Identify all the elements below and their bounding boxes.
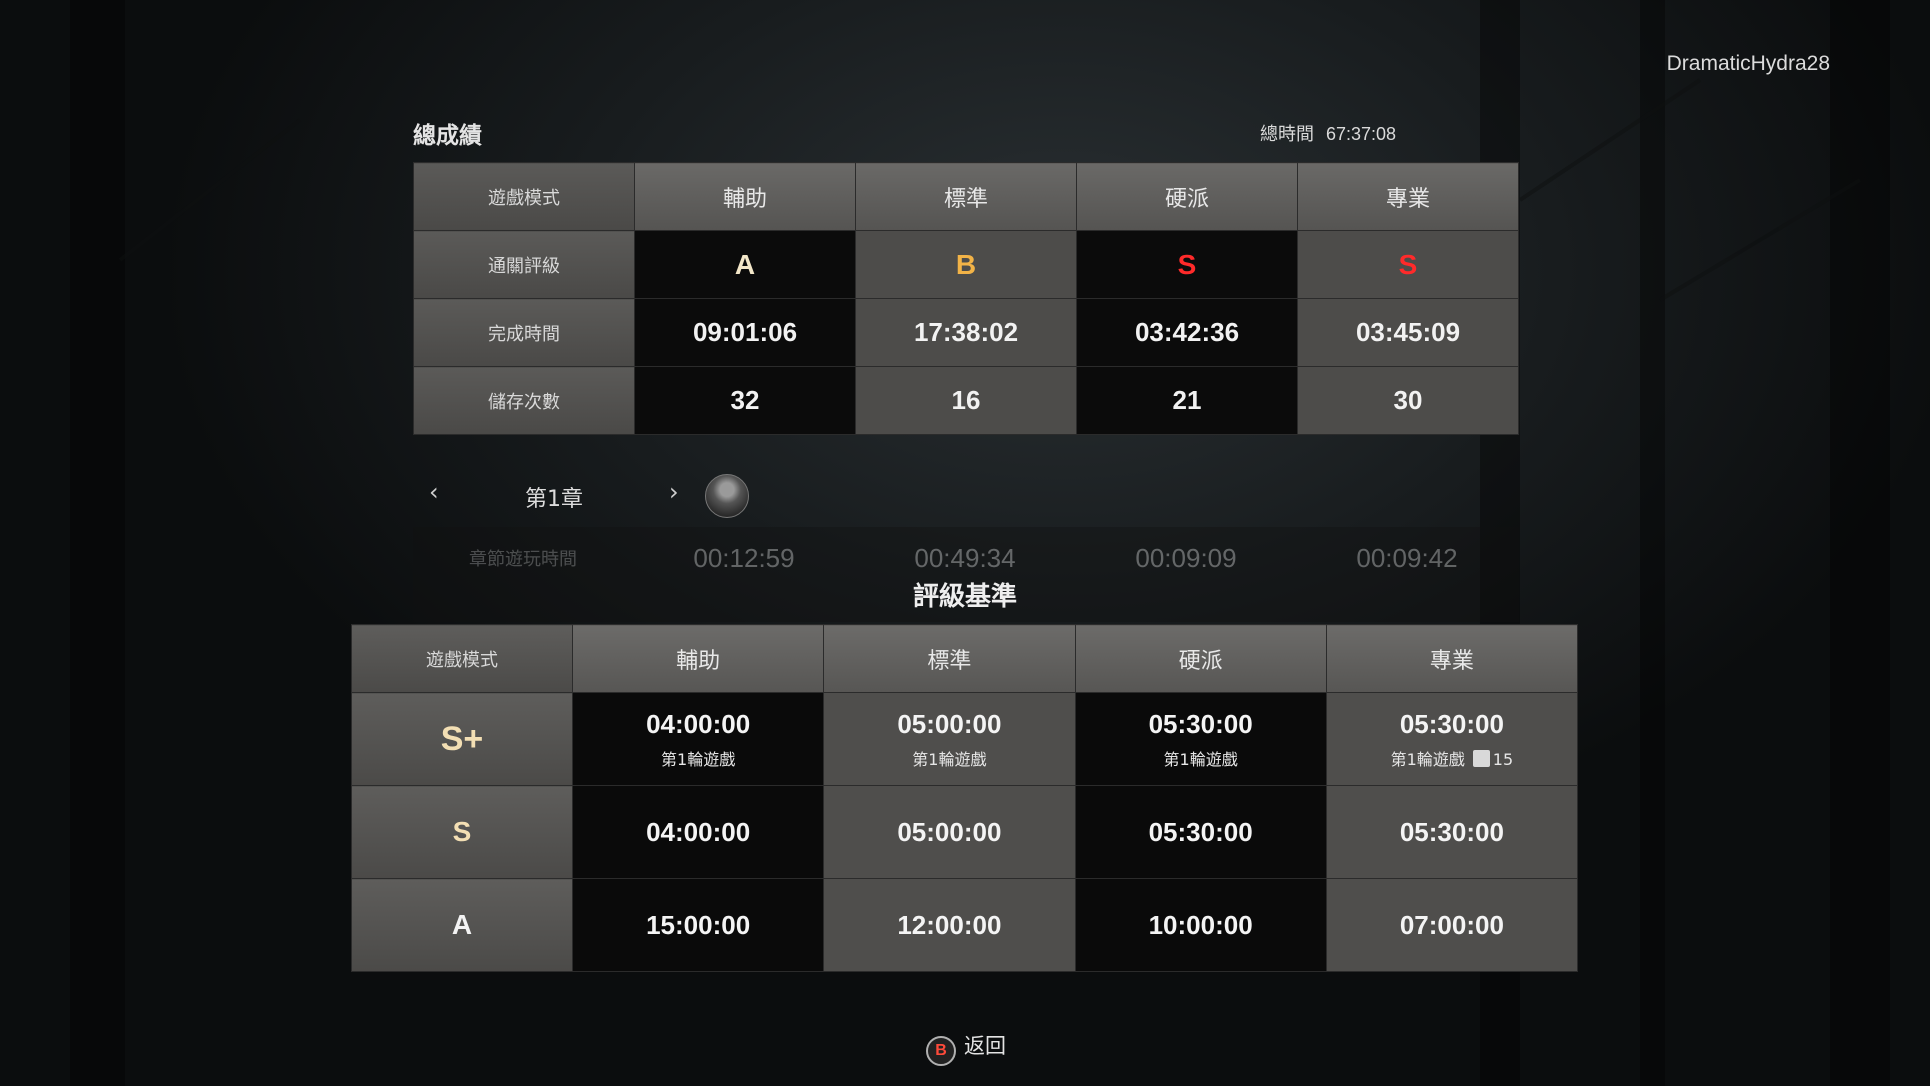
summary-title: 總成績 [413, 123, 482, 149]
rank-splus-label: S+ [440, 719, 484, 758]
a-time-assist: 15:00:00 [571, 878, 825, 972]
rank-row: 通關評級 A B S S [413, 230, 1519, 299]
chapter-navigator: ‹ 第1章 › [413, 470, 813, 522]
a-time-professional: 07:00:00 [1325, 878, 1579, 972]
splus-note-professional-text: 第1輪遊戲 [1390, 749, 1465, 769]
clear-time-professional: 03:45:09 [1297, 298, 1519, 367]
mode-hardcore: 硬派 [1076, 162, 1298, 231]
rank-hardcore: S [1177, 248, 1197, 280]
username: DramaticHydra28 [1666, 52, 1830, 75]
rank-assist: A [734, 248, 756, 280]
saves-professional: 30 [1297, 366, 1519, 435]
a-time-standard: 12:00:00 [823, 878, 1076, 972]
criteria-row-s: S 04:00:00 05:00:00 05:30:00 05:30:00 [351, 785, 1579, 879]
rank-professional: S [1398, 248, 1418, 280]
save-limit: 15 [1492, 749, 1514, 769]
rank-a-label: A [451, 909, 473, 940]
chapter-time-hardcore: 00:09:09 [1135, 543, 1237, 573]
clear-time-hardcore: 03:42:36 [1076, 298, 1298, 367]
criteria-mode-header: 遊戲模式 [351, 624, 573, 693]
splus-time-assist: 04:00:00 [646, 708, 751, 739]
criteria-mode-assist: 輔助 [571, 624, 825, 693]
s-time-standard: 05:00:00 [823, 785, 1076, 879]
splus-time-standard: 05:00:00 [897, 708, 1002, 739]
criteria-mode-hardcore: 硬派 [1074, 624, 1327, 693]
back-label: 返回 [964, 1034, 1006, 1058]
character-avatar [705, 474, 749, 518]
splus-note-hardcore: 第1輪遊戲 [1163, 749, 1238, 769]
total-time-value: 67:37:08 [1326, 124, 1397, 144]
criteria-row-splus: S+ 04:00:00 第1輪遊戲 05:00:00 第1輪遊戲 05:30:00 第… [351, 692, 1579, 786]
typewriter-save-icon [1472, 749, 1490, 767]
saves-label: 儲存次數 [413, 366, 635, 435]
chevron-right-icon[interactable]: › [669, 478, 679, 506]
saves-assist: 32 [634, 366, 856, 435]
chevron-left-icon[interactable]: ‹ [429, 478, 439, 506]
chapter-playtime-label: 章節遊玩時間 [469, 549, 577, 570]
saves-hardcore: 21 [1076, 366, 1298, 435]
splus-time-hardcore: 05:30:00 [1148, 708, 1253, 739]
rank-standard: B [955, 248, 977, 280]
criteria-mode-standard: 標準 [823, 624, 1076, 693]
a-time-hardcore: 10:00:00 [1074, 878, 1327, 972]
splus-note-assist: 第1輪遊戲 [661, 749, 736, 769]
clear-time-standard: 17:38:02 [855, 298, 1077, 367]
splus-note-standard: 第1輪遊戲 [912, 749, 987, 769]
s-time-professional: 05:30:00 [1325, 785, 1579, 879]
clear-time-assist: 09:01:06 [634, 298, 856, 367]
criteria-header-row: 遊戲模式 輔助 標準 硬派 專業 [351, 624, 1579, 693]
total-time-label: 總時間 [1260, 124, 1314, 145]
criteria-mode-professional: 專業 [1325, 624, 1579, 693]
s-time-hardcore: 05:30:00 [1074, 785, 1327, 879]
mode-standard: 標準 [855, 162, 1077, 231]
s-time-assist: 04:00:00 [571, 785, 825, 879]
back-button[interactable]: B 返回 [926, 1030, 1006, 1066]
chapter-time-professional: 00:09:42 [1356, 543, 1458, 573]
summary-header-row: 遊戲模式 輔助 標準 硬派 專業 [413, 162, 1519, 231]
clear-time-row: 完成時間 09:01:06 17:38:02 03:42:36 03:45:09 [413, 298, 1519, 367]
criteria-title: 評級基準 [912, 582, 1017, 612]
splus-time-professional: 05:30:00 [1399, 708, 1504, 739]
clear-time-label: 完成時間 [413, 298, 635, 367]
rank-s-label: S [452, 816, 472, 847]
rank-row-label: 通關評級 [413, 230, 635, 299]
mode-professional: 專業 [1297, 162, 1519, 231]
criteria-table: 遊戲模式 輔助 標準 硬派 專業 S+ 04:00:00 第1輪遊戲 05:00:… [351, 624, 1579, 972]
mode-assist: 輔助 [634, 162, 856, 231]
summary-table: 遊戲模式 輔助 標準 硬派 專業 通關評級 A B S S 完成時間 09:01… [413, 162, 1519, 435]
saves-standard: 16 [855, 366, 1077, 435]
mode-header: 遊戲模式 [413, 162, 635, 231]
total-time: 總時間 67:37:08 [1260, 120, 1396, 146]
chapter-time-standard: 00:49:34 [914, 543, 1016, 573]
b-button-icon: B [926, 1036, 956, 1066]
chapter-label: 第1章 [525, 487, 583, 512]
splus-note-professional: 第1輪遊戲 15 [1327, 746, 1577, 770]
chapter-time-assist: 00:12:59 [693, 543, 795, 573]
saves-row: 儲存次數 32 16 21 30 [413, 366, 1519, 435]
criteria-row-a: A 15:00:00 12:00:00 10:00:00 07:00:00 [351, 878, 1579, 972]
